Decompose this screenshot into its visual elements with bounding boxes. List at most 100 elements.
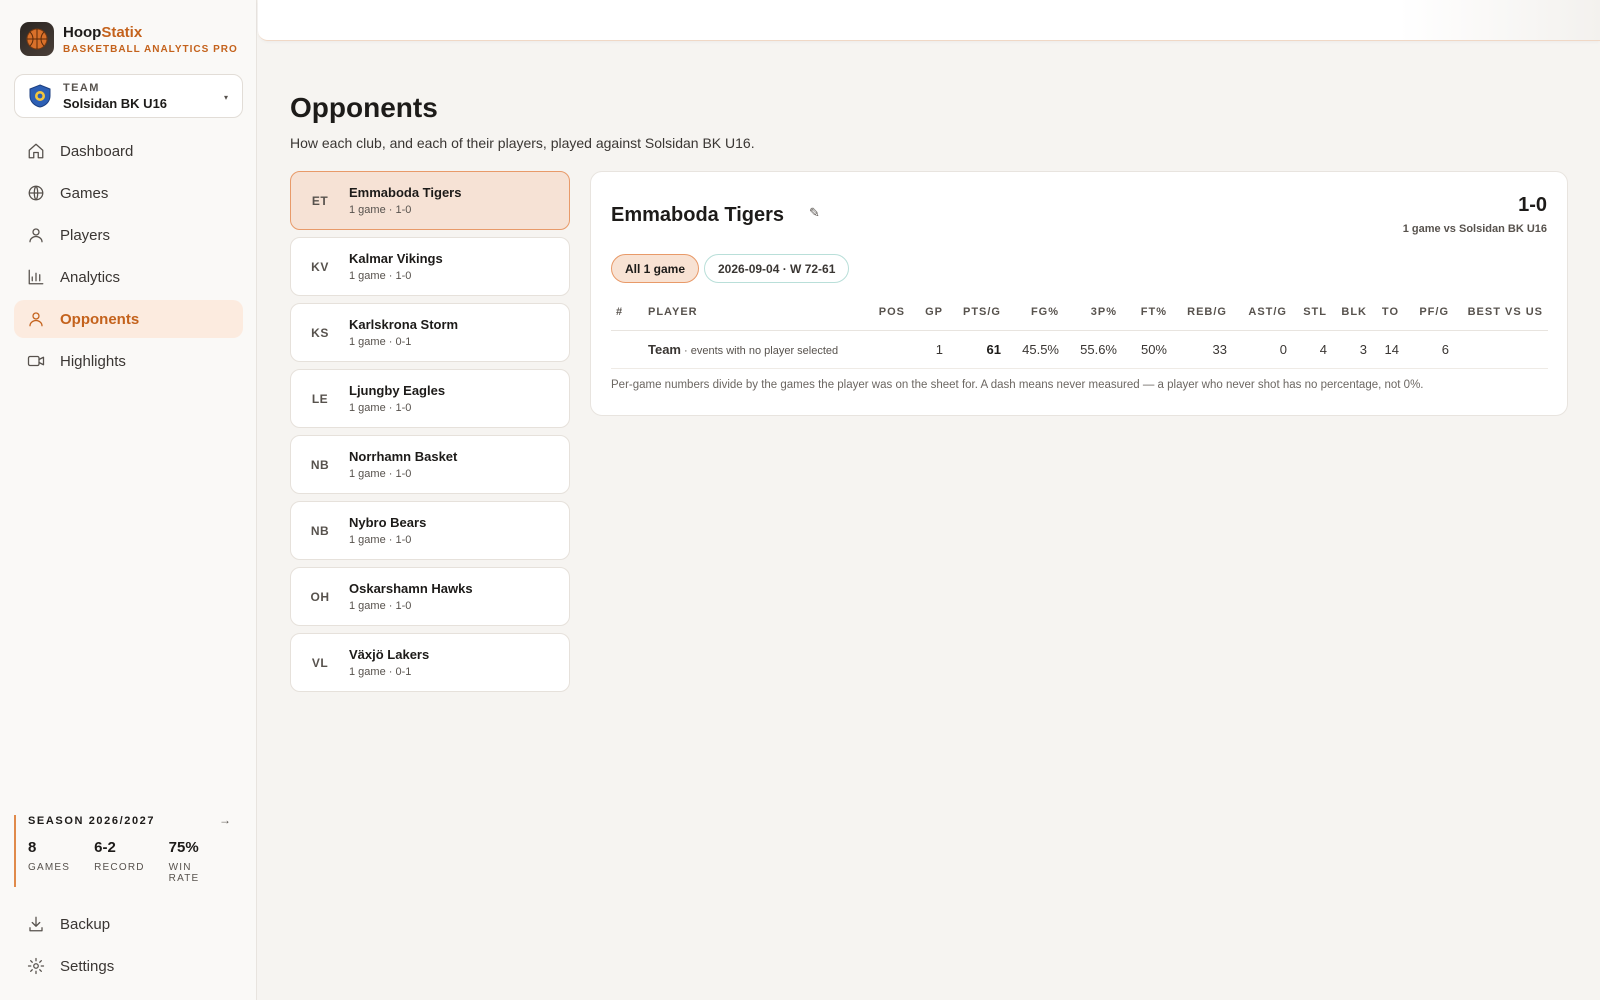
- column-header[interactable]: PLAYER: [643, 294, 868, 331]
- nav-item-players[interactable]: Players: [14, 216, 243, 254]
- season-summary: SEASON 2026/2027 → 8 GAMES 6-2 RECORD 75…: [14, 813, 243, 887]
- stat-label: RECORD: [94, 862, 145, 873]
- page-title: Opponents: [290, 92, 438, 123]
- nav-item-label: Backup: [60, 915, 111, 933]
- opponent-card[interactable]: VL Växjö Lakers 1 game · 0-1: [290, 633, 570, 692]
- brand-subtitle: BASKETBALL ANALYTICS PRO: [63, 43, 238, 55]
- nav-item-highlights[interactable]: Highlights: [14, 342, 243, 380]
- opponent-meta: 1 game · 0-1: [349, 336, 412, 348]
- column-header[interactable]: #: [611, 294, 643, 331]
- opponent-name: Emmaboda Tigers: [349, 185, 462, 200]
- opponent-initials: LE: [311, 391, 329, 406]
- filter-chip-all-games[interactable]: All 1 game: [611, 254, 700, 283]
- nav-item-label: Opponents: [60, 310, 140, 328]
- nav-item-games[interactable]: Games: [14, 174, 243, 212]
- column-header[interactable]: PTS/G: [948, 294, 1006, 331]
- opponent-name: Oskarshamn Hawks: [349, 581, 473, 596]
- column-header[interactable]: REB/G: [1172, 294, 1232, 331]
- opponent-name: Norrhamn Basket: [349, 449, 458, 464]
- opponent-initials: OH: [310, 589, 330, 604]
- stat-label: WIN RATE: [168, 862, 200, 884]
- page-subtitle: How each club, and each of their players…: [290, 135, 755, 151]
- opponent-card[interactable]: ET Emmaboda Tigers 1 game · 1-0: [290, 171, 570, 230]
- cell-best: [1454, 330, 1548, 369]
- nav-item-settings[interactable]: Settings: [14, 947, 243, 985]
- opponent-meta: 1 game · 1-0: [349, 534, 412, 546]
- opponent-card[interactable]: OH Oskarshamn Hawks 1 game · 1-0: [290, 567, 570, 626]
- nav-item-dashboard[interactable]: Dashboard: [14, 132, 243, 170]
- opponent-meta: 1 game · 1-0: [349, 270, 412, 282]
- column-header[interactable]: BLK: [1332, 294, 1372, 331]
- cell-number: [611, 330, 643, 369]
- opponent-meta: 1 game · 1-0: [349, 468, 412, 480]
- opponent-name: Kalmar Vikings: [349, 251, 443, 266]
- user-icon: [29, 228, 43, 243]
- column-header[interactable]: STL: [1292, 294, 1332, 331]
- bar-chart-icon: [28, 269, 44, 285]
- main-nav: Dashboard Games Players Analytics Oppone…: [14, 132, 243, 384]
- opponent-name: Ljungby Eagles: [349, 383, 446, 398]
- nav-item-label: Games: [60, 184, 109, 202]
- cell-ft: 50%: [1122, 330, 1172, 369]
- globe-icon: [28, 185, 44, 201]
- opponent-card[interactable]: LE Ljungby Eagles 1 game · 1-0: [290, 369, 570, 428]
- team-name: Solsidan BK U16: [63, 95, 168, 111]
- column-header[interactable]: TO: [1372, 294, 1404, 331]
- home-icon: [28, 143, 44, 159]
- season-stats: 8 GAMES 6-2 RECORD 75% WIN RATE: [28, 839, 243, 884]
- stat-value: 8: [28, 839, 37, 856]
- stat-value: 6-2: [94, 839, 116, 856]
- nav-item-opponents[interactable]: Opponents: [14, 300, 243, 338]
- nav-item-label: Dashboard: [60, 142, 134, 160]
- opponent-record: 1-0: [1518, 194, 1547, 216]
- edit-icon[interactable]: ✎: [809, 205, 820, 221]
- team-label: TEAM: [63, 81, 100, 94]
- video-icon: [27, 355, 45, 367]
- player-stats-table: # PLAYER POS GP PTS/G FG% 3P% FT% REB/G …: [611, 294, 1548, 369]
- column-header[interactable]: FT%: [1122, 294, 1172, 331]
- column-header[interactable]: FG%: [1006, 294, 1064, 331]
- opponent-record-subtitle: 1 game vs Solsidan BK U16: [1402, 223, 1547, 235]
- opponent-card[interactable]: KS Karlskrona Storm 1 game · 0-1: [290, 303, 570, 362]
- cell-reb: 33: [1172, 330, 1232, 369]
- column-header[interactable]: PF/G: [1404, 294, 1454, 331]
- cell-pos: [868, 330, 910, 369]
- nav-item-analytics[interactable]: Analytics: [14, 258, 243, 296]
- opponent-initials: VL: [311, 655, 329, 670]
- column-header[interactable]: 3P%: [1064, 294, 1122, 331]
- opponent-detail-panel: Emmaboda Tigers ✎ 1-0 1 game vs Solsidan…: [590, 171, 1568, 416]
- opponent-name: Nybro Bears: [349, 515, 427, 530]
- opponent-meta: 1 game · 1-0: [349, 600, 412, 612]
- season-title: SEASON 2026/2027: [28, 815, 156, 827]
- brand[interactable]: HoopStatix BASKETBALL ANALYTICS PRO: [20, 22, 238, 56]
- opponent-card[interactable]: KV Kalmar Vikings 1 game · 1-0: [290, 237, 570, 296]
- opponent-initials: ET: [311, 193, 329, 208]
- team-selector[interactable]: TEAM Solsidan BK U16 ▾: [14, 74, 243, 118]
- column-header[interactable]: AST/G: [1232, 294, 1292, 331]
- opponent-card[interactable]: NB Norrhamn Basket 1 game · 1-0: [290, 435, 570, 494]
- cell-pts: 61: [948, 330, 1006, 369]
- stat-value: 75%: [168, 839, 199, 856]
- column-header[interactable]: POS: [868, 294, 910, 331]
- table-header-row: # PLAYER POS GP PTS/G FG% 3P% FT% REB/G …: [611, 294, 1548, 331]
- cell-player: Team · events with no player selected: [643, 330, 868, 369]
- opponent-title: Emmaboda Tigers: [611, 204, 785, 226]
- filter-chip-game[interactable]: 2026-09-04 · W 72-61: [704, 254, 850, 283]
- basketball-logo-icon: [20, 22, 54, 56]
- cell-gp: 1: [910, 330, 948, 369]
- nav-item-backup[interactable]: Backup: [14, 905, 243, 943]
- cell-blk: 3: [1332, 330, 1372, 369]
- column-header[interactable]: BEST VS US: [1454, 294, 1548, 331]
- table-row[interactable]: Team · events with no player selected 1 …: [611, 330, 1548, 369]
- season-stat-games: 8 GAMES: [28, 839, 70, 884]
- column-header[interactable]: GP: [910, 294, 948, 331]
- opponent-card[interactable]: NB Nybro Bears 1 game · 1-0: [290, 501, 570, 560]
- chevron-down-icon: ▾: [223, 93, 228, 102]
- team-shield-icon: [29, 84, 51, 108]
- opponent-list: ET Emmaboda Tigers 1 game · 1-0 KV Kalmar…: [290, 171, 570, 699]
- cell-pf: 6: [1404, 330, 1454, 369]
- brand-name: HoopStatix: [63, 23, 143, 41]
- opponent-initials: KV: [311, 259, 329, 274]
- nav-item-label: Analytics: [60, 268, 121, 286]
- arrow-right-icon[interactable]: →: [219, 813, 231, 827]
